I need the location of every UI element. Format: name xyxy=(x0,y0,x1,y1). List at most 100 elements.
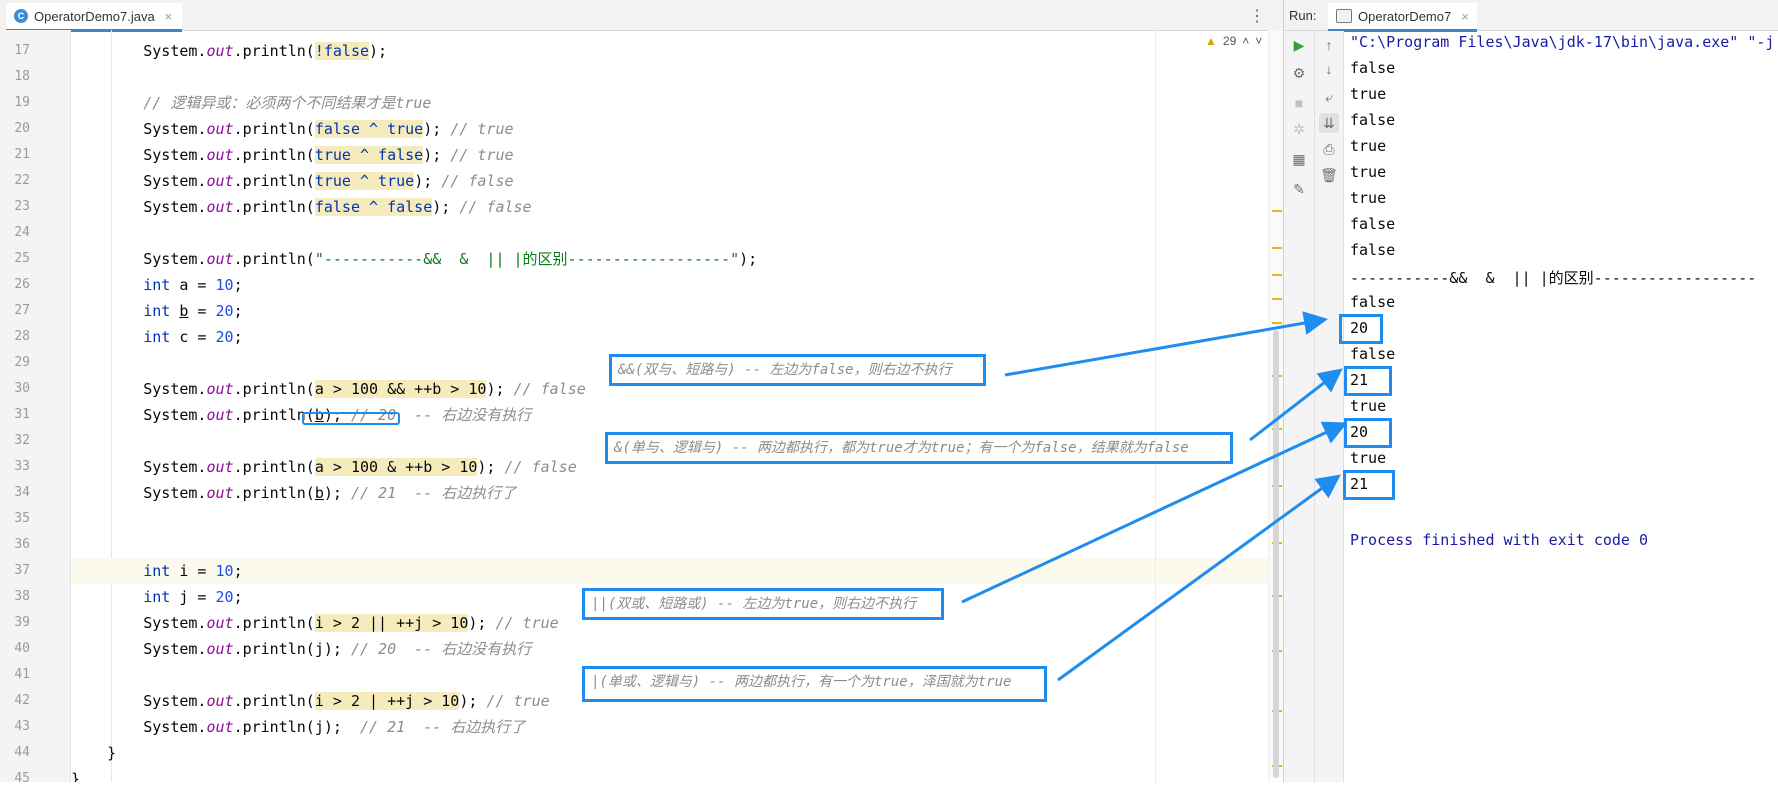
code-token: out xyxy=(206,614,234,632)
code-line[interactable]: System.out.println(false ^ false); // fa… xyxy=(71,194,1282,220)
code-token: // false xyxy=(513,380,586,398)
line-number: 27 xyxy=(14,303,30,318)
code-line[interactable]: System.out.println(true ^ true); // fals… xyxy=(71,168,1282,194)
code-token: ; xyxy=(233,328,243,346)
warning-marker[interactable] xyxy=(1272,274,1282,276)
console-line: true xyxy=(1350,85,1387,103)
more-options-icon[interactable]: ⋮ xyxy=(1249,6,1265,26)
warning-marker[interactable] xyxy=(1272,322,1282,324)
code-line[interactable]: System.out.println(false ^ true); // tru… xyxy=(71,116,1282,142)
code-line[interactable]: System.out.println("-----------&& & || |… xyxy=(71,246,1282,272)
output-highlight-box xyxy=(1344,418,1392,448)
close-run-tab-icon[interactable]: × xyxy=(1461,9,1469,24)
code-token: .println( xyxy=(233,380,315,398)
code-token: j = xyxy=(170,588,216,606)
output-highlight-box xyxy=(1339,314,1383,344)
console-line: true xyxy=(1350,397,1387,415)
scrollbar-thumb[interactable] xyxy=(1273,330,1279,778)
warning-marker[interactable] xyxy=(1272,298,1282,300)
code-token: true ^ true xyxy=(314,172,415,190)
code-token: ); xyxy=(477,458,505,476)
arrow-up-icon[interactable]: ↑ xyxy=(1319,35,1339,55)
line-number: 18 xyxy=(14,69,30,84)
code-token: ); xyxy=(432,198,460,216)
code-token: ); xyxy=(486,380,514,398)
soft-wrap-icon[interactable]: ⤶ xyxy=(1319,87,1339,107)
line-number: 40 xyxy=(14,641,30,656)
pin-icon[interactable]: ✎ xyxy=(1289,179,1309,199)
code-token: .println( xyxy=(233,692,315,710)
code-token: false ^ false xyxy=(314,198,433,216)
warning-marker[interactable] xyxy=(1272,247,1282,249)
dump-threads-icon[interactable]: ✲ xyxy=(1289,119,1309,139)
code-line[interactable] xyxy=(71,532,1282,558)
editor-tab-bar: C OperatorDemo7.java × ⋮ xyxy=(0,0,1283,32)
code-token: .println( xyxy=(233,146,315,164)
code-line[interactable]: int i = 10; xyxy=(71,558,1282,584)
code-line[interactable]: } xyxy=(71,740,1282,766)
code-line[interactable]: } xyxy=(71,766,1282,782)
line-number: 28 xyxy=(14,329,30,344)
code-token: !false xyxy=(314,42,370,60)
run-tab-label: OperatorDemo7 xyxy=(1358,8,1452,24)
line-number: 25 xyxy=(14,251,30,266)
close-tab-icon[interactable]: × xyxy=(165,9,173,24)
prev-highlight-icon[interactable]: ˄ xyxy=(1242,34,1249,48)
console-line: -----------&& & || |的区别-----------------… xyxy=(1350,269,1757,287)
code-token: i > 2 | ++j > 10 xyxy=(314,692,460,710)
code-line[interactable]: System.out.println(true ^ false); // tru… xyxy=(71,142,1282,168)
console-output[interactable]: "C:\Program Files\Java\jdk-17\bin\java.e… xyxy=(1344,31,1778,782)
code-token: ); xyxy=(459,692,487,710)
code-token: ; xyxy=(233,302,243,320)
code-token: .println( xyxy=(233,120,315,138)
code-line[interactable]: System.out.println(!false); xyxy=(71,38,1282,64)
annotation-short-circuit-and: &&(双与、短路与) -- 左边为false，则右边不执行 xyxy=(609,354,986,386)
line-number: 30 xyxy=(14,381,30,396)
stop-icon[interactable]: ■ xyxy=(1289,93,1309,113)
code-line[interactable]: int b = 20; xyxy=(71,298,1282,324)
code-token: ); xyxy=(423,120,451,138)
wrench-icon[interactable]: ⚙ xyxy=(1289,63,1309,83)
code-token: // true xyxy=(450,146,514,164)
code-line[interactable] xyxy=(71,220,1282,246)
code-token: .println(j); xyxy=(233,640,351,658)
code-line[interactable]: int c = 20; xyxy=(71,324,1282,350)
next-highlight-icon[interactable]: ˅ xyxy=(1255,34,1262,48)
code-token: out xyxy=(206,692,234,710)
run-icon[interactable]: ▶ xyxy=(1289,35,1309,55)
code-line[interactable]: System.out.println(j); // 21 -- 右边执行了 xyxy=(71,714,1282,740)
code-token: 20 xyxy=(215,588,234,606)
code-line[interactable]: System.out.println(b); // 20 -- 右边没有执行 xyxy=(71,402,1282,428)
code-line[interactable]: int a = 10; xyxy=(71,272,1282,298)
run-tab[interactable]: OperatorDemo7 × xyxy=(1328,3,1477,32)
code-token: // false xyxy=(459,198,532,216)
line-number: 39 xyxy=(14,615,30,630)
warning-marker[interactable] xyxy=(1272,210,1282,212)
code-line[interactable]: // 逻辑异或：必须两个不同结果才是true xyxy=(71,90,1282,116)
code-token: .println( xyxy=(233,198,315,216)
print-icon[interactable]: ⎙ xyxy=(1319,139,1339,159)
code-token: // 逻辑异或：必须两个不同结果才是true xyxy=(71,94,432,112)
code-token: int xyxy=(143,588,171,606)
java-class-icon: C xyxy=(14,9,28,23)
arrow-down-icon[interactable]: ↓ xyxy=(1319,59,1339,79)
console-line: false xyxy=(1350,345,1396,363)
line-number: 32 xyxy=(14,433,30,448)
code-line[interactable]: System.out.println(b); // 21 -- 右边执行了 xyxy=(71,480,1282,506)
delete-icon[interactable]: 🗑 xyxy=(1319,165,1339,185)
code-token: int xyxy=(143,562,171,580)
code-token: out xyxy=(206,42,234,60)
line-number: 36 xyxy=(14,537,30,552)
code-line[interactable]: System.out.println(j); // 20 -- 右边没有执行 xyxy=(71,636,1282,662)
inspection-widget[interactable]: ▲ 29 ˄ ˅ xyxy=(1205,34,1262,48)
layout-icon[interactable]: ▦ xyxy=(1289,149,1309,169)
code-token: = xyxy=(188,302,216,320)
code-line[interactable] xyxy=(71,64,1282,90)
scroll-to-end-icon[interactable]: ⇊ xyxy=(1319,113,1339,133)
editor-tab[interactable]: C OperatorDemo7.java × xyxy=(6,3,183,32)
code-line[interactable] xyxy=(71,506,1282,532)
run-toolbar-right: ↑ ↓ ⤶ ⇊ ⎙ 🗑 xyxy=(1315,31,1344,782)
